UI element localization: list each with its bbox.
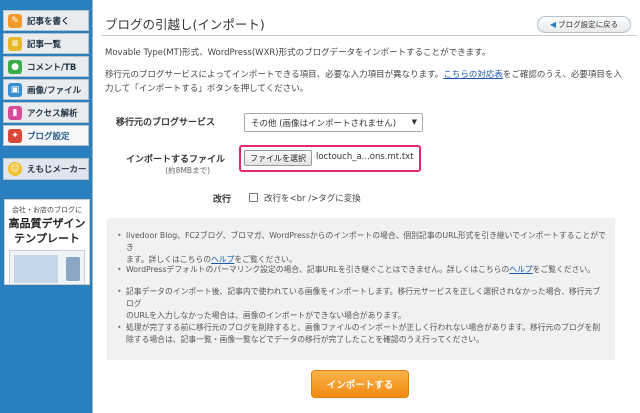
wrench-icon: ✦ <box>8 128 22 143</box>
chevron-down-icon: ▼ <box>411 118 417 126</box>
sidebar-item-label: ブログ設定 <box>27 131 70 142</box>
newline-to-br-checkbox[interactable] <box>249 193 258 202</box>
file-size-limit: (約8MBまで) <box>165 166 210 175</box>
source-service-label: 移行元のブログサービス <box>115 118 215 128</box>
title-divider <box>101 35 637 36</box>
promo-thumbnail-image <box>9 250 85 284</box>
promo-headline-2: テンプレート <box>14 232 80 245</box>
compatibility-table-link[interactable]: こちらの対応表 <box>443 70 503 80</box>
note-text: livedoor Blog、FC2ブログ、ブロマガ、WordPressからのイン… <box>126 231 606 252</box>
description-2: 移行元のブログサービスによってインポートできる項目、必要な入力項目が異なります。… <box>105 68 635 96</box>
image-icon: ▣ <box>8 82 22 97</box>
note-text: のURLを入力しなかった場合は、画像のインポートができない場合があります。 <box>126 311 406 320</box>
arrow-left-icon: ◀ <box>549 20 557 29</box>
sidebar-item-label: コメント/TB <box>27 62 77 73</box>
note-item: 記事データのインポート後、記事内で使われている画像をインポートします。移行元サー… <box>117 286 607 322</box>
help-link[interactable]: ヘルプ <box>509 265 532 274</box>
promo-headline: 高品質デザイン <box>8 217 86 230</box>
back-button-label: ブログ設定に戻る <box>558 20 619 29</box>
note-item: WordPressデフォルトのパーマリンク設定の場合、記事URLを引き継ぐことは… <box>117 264 607 276</box>
sidebar-item-label: 画像/ファイル <box>27 85 82 96</box>
description-2-text: 移行元のブログサービスによってインポートできる項目、必要な入力項目が異なります。 <box>105 70 444 80</box>
main-panel: ブログの引越し(インポート) ◀ ブログ設定に戻る Movable Type(M… <box>92 0 640 413</box>
import-file-label: インポートするファイル <box>125 155 225 165</box>
back-to-settings-button[interactable]: ◀ ブログ設定に戻る <box>537 16 631 33</box>
description-2-tail: をご確認のうえ、必要項目を入 <box>502 70 622 80</box>
sidebar-item-post-list[interactable]: ≡ 記事一覧 <box>3 33 89 54</box>
note-text: をご覧ください。 <box>234 255 297 264</box>
note-text: 記事データのインポート後、記事内で使われている画像をインポートします。移行元サー… <box>126 287 601 308</box>
list-icon: ≡ <box>8 36 22 51</box>
source-service-value: その他 (画像はインポートされません) <box>251 118 397 129</box>
description-1: Movable Type(MT)形式、WordPress(WXR)形式のブログデ… <box>105 48 491 58</box>
sidebar-item-comments[interactable]: ● コメント/TB <box>3 56 89 77</box>
sidebar-item-label: 記事を書く <box>27 16 70 27</box>
emoji-face-icon: ☺ <box>8 162 22 176</box>
note-text: 処理が完了する前に移行元のブログを削除すると、画像ファイルのインポートが正しく行… <box>126 323 601 332</box>
note-text: 除する場合は、記事一覧・画像一覧などでデータの移行が完了したことを確認のうえ行っ… <box>126 335 484 344</box>
sidebar-item-blog-settings[interactable]: ✦ ブログ設定 <box>3 125 89 146</box>
note-text: ます。詳しくはこちらの <box>126 255 211 264</box>
help-link[interactable]: ヘルプ <box>211 255 234 264</box>
chart-icon: ▮ <box>8 105 22 120</box>
newline-checkbox-label[interactable]: 改行を<br />タグに変換 <box>264 192 361 204</box>
import-button[interactable]: インポートする <box>311 370 409 398</box>
note-item: 処理が完了する前に移行元のブログを削除すると、画像ファイルのインポートが正しく行… <box>117 322 607 346</box>
sidebar-item-write-post[interactable]: ✎ 記事を書く <box>3 10 89 31</box>
note-text: WordPressデフォルトのパーマリンク設定の場合、記事URLを引き継ぐことは… <box>126 265 510 274</box>
note-text: をご覧ください。 <box>532 265 596 274</box>
notes-box: livedoor Blog、FC2ブログ、ブロマガ、WordPressからのイン… <box>107 218 615 360</box>
comment-icon: ● <box>8 59 22 74</box>
template-promo-banner[interactable]: 会社・お店のブログに 高品質デザイン テンプレート <box>4 199 90 285</box>
sidebar-item-images[interactable]: ▣ 画像/ファイル <box>3 79 89 100</box>
source-service-select[interactable]: その他 (画像はインポートされません) ▼ <box>244 113 423 132</box>
selected-file-name: loctouch_a...ons.mt.txt <box>316 152 414 162</box>
sidebar-item-label: 記事一覧 <box>27 39 62 50</box>
newline-label: 改行 <box>212 195 231 205</box>
description-3: 力して「インポートする」ボタンを押してください。 <box>105 84 309 94</box>
promo-caption: 会社・お店のブログに <box>12 206 82 214</box>
page-title: ブログの引越し(インポート) <box>105 17 265 32</box>
note-item: livedoor Blog、FC2ブログ、ブロマガ、WordPressからのイン… <box>117 230 607 266</box>
choose-file-button[interactable]: ファイルを選択 <box>244 150 312 166</box>
pencil-icon: ✎ <box>8 13 22 28</box>
sidebar: ✎ 記事を書く ≡ 記事一覧 ● コメント/TB ▣ 画像/ファイル ▮ アクセ… <box>0 0 92 413</box>
